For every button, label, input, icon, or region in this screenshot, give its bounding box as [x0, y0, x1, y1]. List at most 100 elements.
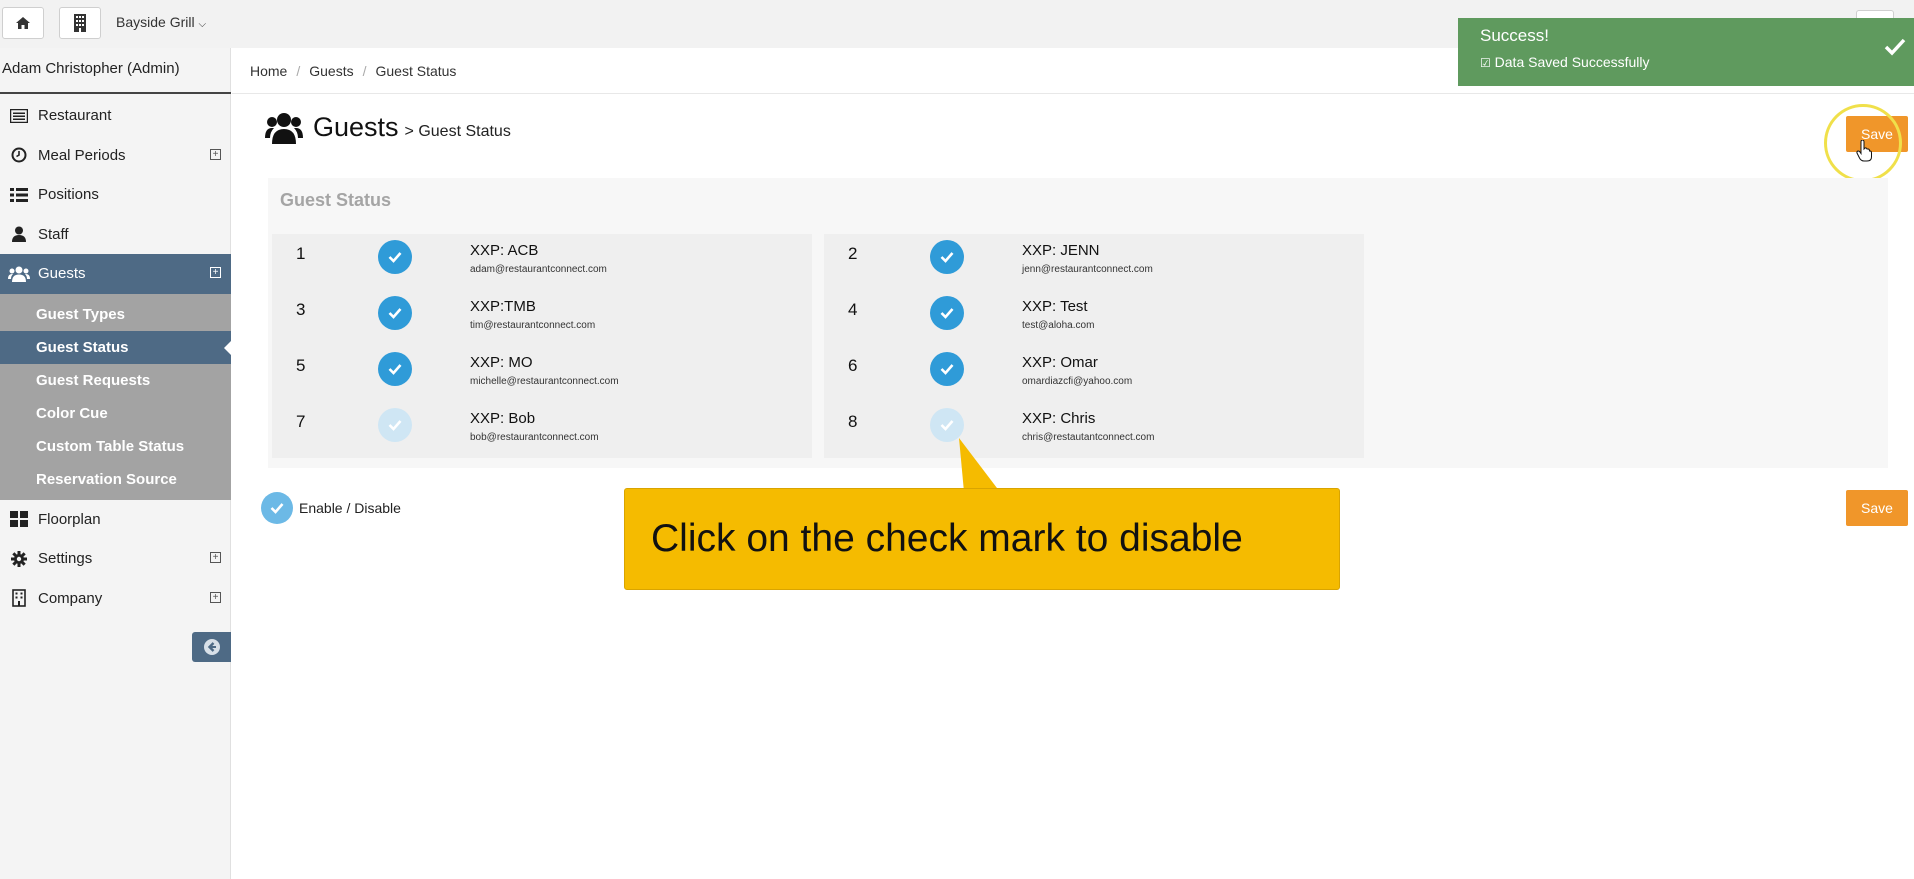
- guest-number: 8: [848, 412, 858, 431]
- list-item: 6 XXP: Omar omardiazcfi@yahoo.com: [824, 346, 1364, 402]
- sidebar-item-label: Staff: [38, 225, 69, 243]
- sidebar-item-settings[interactable]: Settings +: [0, 539, 231, 579]
- sidebar-subitem-label: Custom Table Status: [36, 437, 185, 455]
- list-item: 3 XXP:TMB tim@restaurantconnect.com: [272, 290, 812, 346]
- guest-status-email: test@aloha.com: [1022, 320, 1095, 331]
- sidebar-item-staff[interactable]: Staff: [0, 215, 231, 255]
- list-item: 7 XXP: Bob bob@restaurantconnect.com: [272, 402, 812, 458]
- grid-icon: [0, 511, 38, 528]
- guest-number: 5: [296, 356, 306, 375]
- sidebar-subitem-custom-table-status[interactable]: Custom Table Status: [0, 430, 231, 463]
- guest-status-email: omardiazcfi@yahoo.com: [1022, 376, 1133, 387]
- check-icon: [940, 420, 954, 431]
- breadcrumb-home[interactable]: Home: [250, 63, 287, 79]
- list-item: 2 XXP: JENN jenn@restaurantconnect.com: [824, 234, 1364, 290]
- sidebar-item-label: Guests: [38, 265, 86, 283]
- toggle-enabled-button[interactable]: [930, 352, 964, 386]
- sidebar-nav: Restaurant Meal Periods + Positions Staf…: [0, 96, 232, 619]
- callout-text: Click on the check mark to disable: [651, 517, 1243, 560]
- guest-status-name: XXP:TMB: [470, 298, 536, 315]
- building-button[interactable]: [59, 7, 101, 39]
- arrow-left-circle-icon: [203, 639, 220, 655]
- toggle-enabled-button[interactable]: [378, 352, 412, 386]
- check-icon: [388, 364, 402, 375]
- expand-icon[interactable]: +: [210, 552, 221, 563]
- users-icon: [0, 266, 38, 282]
- sidebar-item-label: Floorplan: [38, 510, 101, 528]
- check-icon: [261, 492, 293, 524]
- sidebar-item-floorplan[interactable]: Floorplan: [0, 500, 231, 540]
- users-icon: [265, 113, 303, 144]
- expand-icon[interactable]: +: [210, 148, 221, 160]
- guest-status-name: XXP: Test: [1022, 298, 1088, 315]
- expand-icon[interactable]: +: [210, 267, 221, 278]
- sidebar-subitem-guest-requests[interactable]: Guest Requests: [0, 364, 231, 397]
- sidebar-subitem-label: Guest Types: [36, 305, 125, 323]
- sidebar-subitem-label: Guest Requests: [36, 371, 151, 389]
- breadcrumb-separator: /: [362, 62, 367, 79]
- sidebar-subitem-label: Guest Status: [36, 338, 129, 356]
- toast-message-text: Data Saved Successfully: [1494, 54, 1650, 70]
- guest-status-name: XXP: Chris: [1022, 410, 1096, 427]
- list-bullets-icon: [0, 187, 38, 202]
- sidebar-subitem-guest-types[interactable]: Guest Types: [0, 298, 231, 331]
- guest-status-email: jenn@restaurantconnect.com: [1022, 264, 1153, 275]
- guest-number: 6: [848, 356, 858, 375]
- breadcrumb-current: Guest Status: [375, 62, 457, 79]
- toggle-enabled-button[interactable]: [378, 296, 412, 330]
- toggle-enabled-button[interactable]: [930, 240, 964, 274]
- cursor-hand-icon: [1856, 140, 1872, 162]
- sidebar-item-company[interactable]: Company +: [0, 579, 231, 619]
- guest-status-email: michelle@restaurantconnect.com: [470, 376, 619, 387]
- save-button-bottom[interactable]: Save: [1846, 490, 1908, 526]
- sidebar-subitem-reservation-source[interactable]: Reservation Source: [0, 463, 231, 496]
- sidebar-item-label: Restaurant: [38, 107, 112, 125]
- sidebar-item-label: Settings: [38, 550, 93, 568]
- home-button[interactable]: [2, 7, 44, 39]
- sidebar-item-label: Company: [38, 589, 103, 607]
- chevron-down-icon: ⌵: [198, 19, 207, 30]
- expand-icon[interactable]: +: [210, 591, 221, 603]
- guest-number: 7: [296, 412, 306, 431]
- breadcrumb-guests[interactable]: Guests: [309, 63, 353, 79]
- page-subtitle-text: > Guest Status: [404, 123, 511, 140]
- check-icon: [940, 252, 954, 263]
- sidebar-item-restaurant[interactable]: Restaurant: [0, 96, 231, 136]
- breadcrumb-separator: /: [296, 62, 301, 79]
- callout-tail: [959, 438, 1000, 492]
- page-title-text: Guests: [313, 112, 399, 142]
- user-icon: [0, 226, 38, 243]
- toggle-enabled-button[interactable]: [378, 240, 412, 274]
- toast-title: Success!: [1480, 26, 1549, 45]
- legend-label: Enable / Disable: [299, 500, 401, 516]
- guest-status-email: adam@restaurantconnect.com: [470, 264, 607, 275]
- guest-status-name: XXP: ACB: [470, 242, 539, 259]
- checkbox-checked-icon: ☑: [1480, 56, 1491, 70]
- guest-number: 2: [848, 244, 858, 263]
- sidebar-item-positions[interactable]: Positions: [0, 175, 231, 215]
- sidebar-subitem-color-cue[interactable]: Color Cue: [0, 397, 231, 430]
- clock-icon: [0, 147, 38, 163]
- guest-status-email: chris@restautantconnect.com: [1022, 432, 1155, 443]
- check-icon: [940, 308, 954, 319]
- guest-number: 1: [296, 244, 306, 263]
- list-item: 8 XXP: Chris chris@restautantconnect.com: [824, 402, 1364, 458]
- toggle-enabled-button[interactable]: [930, 296, 964, 330]
- sidebar-subitem-guest-status[interactable]: Guest Status: [0, 330, 232, 364]
- guest-column-right: 2 XXP: JENN jenn@restaurantconnect.com 4…: [824, 234, 1364, 458]
- sidebar-subitem-label: Color Cue: [36, 404, 108, 422]
- list-item: 5 XXP: MO michelle@restaurantconnect.com: [272, 346, 812, 402]
- sidebar-item-meal-periods[interactable]: Meal Periods +: [0, 136, 231, 176]
- sidebar-item-label: Positions: [38, 186, 99, 204]
- enable-disable-legend: Enable / Disable: [261, 492, 401, 524]
- guest-number: 4: [848, 300, 858, 319]
- toggle-enabled-button[interactable]: [930, 408, 964, 442]
- toast-message: ☑ Data Saved Successfully: [1480, 54, 1650, 70]
- toggle-enabled-button[interactable]: [378, 408, 412, 442]
- list-item: 4 XXP: Test test@aloha.com: [824, 290, 1364, 346]
- list-icon: [0, 108, 38, 123]
- collapse-sidebar-button[interactable]: [192, 632, 231, 662]
- sidebar-item-guests[interactable]: Guests +: [0, 254, 231, 294]
- restaurant-selector[interactable]: Bayside Grill ⌵: [116, 14, 206, 30]
- check-icon: [388, 252, 402, 263]
